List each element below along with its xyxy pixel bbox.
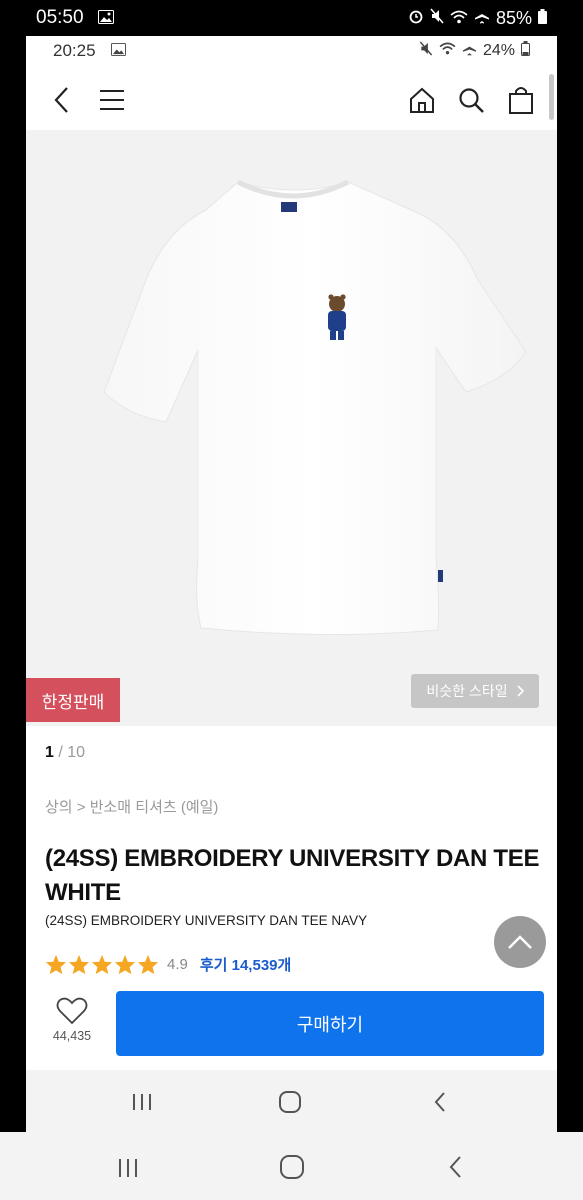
- recent-apps-button[interactable]: [122, 1088, 162, 1116]
- outer-clock: 05:50: [36, 7, 84, 28]
- home-button[interactable]: [402, 80, 442, 120]
- star-icon: [91, 954, 113, 975]
- star-rating: [45, 954, 159, 975]
- purchase-bar: 44,435 구매하기: [26, 982, 557, 1064]
- recent-apps-button[interactable]: [108, 1154, 148, 1182]
- product-image[interactable]: [26, 130, 557, 726]
- menu-button[interactable]: [92, 80, 132, 120]
- recent-apps-icon: [133, 1094, 151, 1110]
- back-button[interactable]: [42, 80, 82, 120]
- inner-clock: 20:25: [53, 41, 96, 60]
- scroll-indicator[interactable]: [549, 74, 554, 120]
- inner-status-bar: 20:25 24%: [26, 36, 557, 66]
- gallery-notification-icon: [111, 43, 126, 61]
- similar-style-label: 비슷한 스타일: [426, 683, 508, 699]
- like-button[interactable]: 44,435: [48, 997, 96, 1053]
- buy-button[interactable]: 구매하기: [116, 991, 544, 1056]
- outer-system-navbar: [0, 1132, 583, 1200]
- wifi-icon: [439, 42, 456, 60]
- limited-sale-badge: 한정판매: [26, 678, 120, 722]
- back-nav-button[interactable]: [420, 1086, 460, 1118]
- product-title-line2: WHITE: [45, 879, 121, 906]
- scroll-to-top-button[interactable]: [494, 916, 546, 968]
- search-icon: [459, 88, 484, 113]
- star-icon: [137, 954, 159, 975]
- recent-apps-icon: [119, 1159, 137, 1177]
- wifi-icon: [450, 8, 468, 29]
- search-button[interactable]: [451, 80, 491, 120]
- star-icon: [45, 954, 67, 975]
- battery-percent: 85%: [495, 8, 532, 28]
- outer-status-bar: 05:50 85%: [0, 0, 583, 36]
- alarm-icon: [408, 8, 424, 29]
- airplane-icon: [462, 41, 477, 61]
- mute-icon: [430, 8, 444, 29]
- rating-row[interactable]: 4.9 후기 14,539개: [45, 954, 291, 975]
- app-screen: 20:25 24% 한정판매 비슷한 스타일 1 / 10 상의 > 반소매 티…: [26, 36, 557, 1132]
- battery-icon: [521, 41, 530, 61]
- hamburger-menu-icon: [100, 90, 124, 110]
- pager-total: 10: [67, 744, 86, 761]
- arrow-up-icon: [508, 935, 532, 949]
- product-title: (24SS) EMBROIDERY UNIVERSITY DAN TEE WHI…: [45, 842, 545, 910]
- top-navigation: [26, 72, 557, 128]
- product-subtitle: (24SS) EMBROIDERY UNIVERSITY DAN TEE NAV…: [45, 913, 368, 928]
- home-icon: [410, 87, 434, 113]
- gallery-notification-icon: [98, 10, 114, 29]
- image-pager: 1 / 10: [45, 744, 85, 762]
- rating-score: 4.9: [167, 956, 188, 973]
- breadcrumb[interactable]: 상의 > 반소매 티셔츠 (예일): [45, 796, 218, 817]
- battery-icon: [538, 8, 547, 29]
- like-count: 44,435: [52, 1029, 92, 1043]
- chevron-left-icon: [54, 87, 68, 113]
- pager-current: 1: [45, 744, 54, 761]
- star-icon: [114, 954, 136, 975]
- similar-style-button[interactable]: 비슷한 스타일: [411, 674, 539, 708]
- inner-system-navbar: [26, 1070, 557, 1132]
- home-circle-icon: [280, 1155, 304, 1179]
- mute-icon: [419, 41, 433, 61]
- back-nav-icon: [449, 1156, 461, 1178]
- home-circle-icon: [279, 1091, 301, 1113]
- cart-button[interactable]: [501, 80, 541, 120]
- airplane-icon: [474, 8, 490, 29]
- battery-percent: 24%: [482, 42, 515, 59]
- t-shirt-image: [103, 179, 527, 636]
- back-nav-icon: [434, 1092, 445, 1112]
- product-title-line1: (24SS) EMBROIDERY UNIVERSITY DAN TEE: [45, 845, 540, 872]
- heart-icon: [56, 997, 88, 1025]
- pager-separator: /: [58, 744, 68, 761]
- review-count-link[interactable]: 후기 14,539개: [200, 954, 291, 975]
- chevron-right-icon: [517, 685, 524, 697]
- star-icon: [68, 954, 90, 975]
- shopping-bag-icon: [509, 87, 533, 114]
- home-nav-button[interactable]: [270, 1086, 310, 1118]
- back-nav-button[interactable]: [436, 1151, 476, 1183]
- home-nav-button[interactable]: [272, 1151, 312, 1183]
